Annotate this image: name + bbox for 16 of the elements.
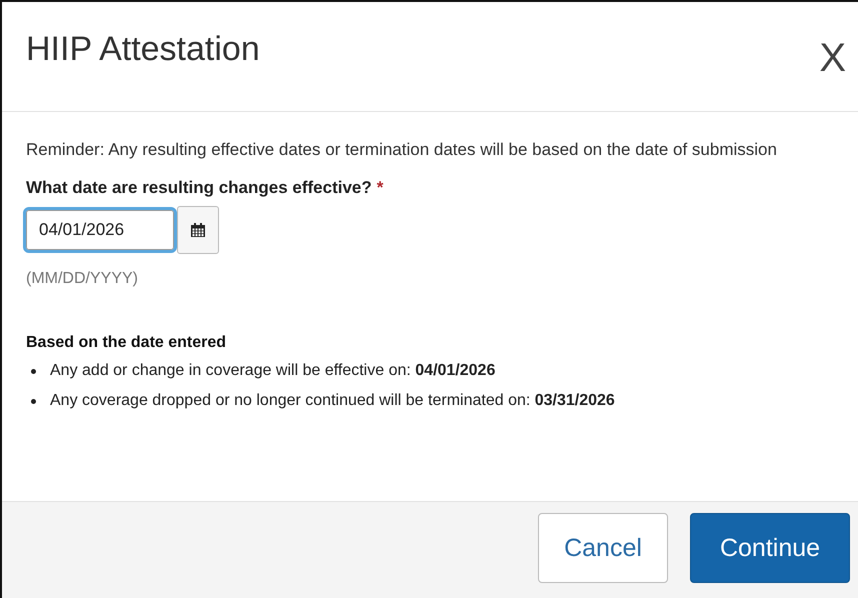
summary-item: Any add or change in coverage will be effective on: 04/01/2026 [50, 361, 496, 381]
required-mark: * [376, 178, 384, 198]
cancel-button[interactable]: Cancel [538, 513, 668, 583]
date-format-hint: (MM/DD/YYYY) [26, 270, 139, 288]
calendar-button[interactable] [177, 206, 219, 254]
calendar-icon [190, 222, 206, 238]
summary-item: Any coverage dropped or no longer continued will be terminated on: 03/31/2026 [50, 391, 615, 411]
reminder-text: Reminder: Any resulting effective dates or termination dates will be based on the date of submission [26, 139, 778, 161]
date-input[interactable]: 04/01/2026 [26, 210, 174, 250]
continue-button[interactable]: Continue [690, 513, 850, 583]
close-button[interactable]: X [815, 38, 850, 78]
bullet-icon [31, 398, 36, 404]
field-label: What date are resulting changes effective? [26, 178, 372, 198]
dialog-title: HIIP Attestation [26, 30, 260, 69]
summary-heading: Based on the date entered [26, 334, 228, 352]
bullet-icon [31, 368, 36, 374]
